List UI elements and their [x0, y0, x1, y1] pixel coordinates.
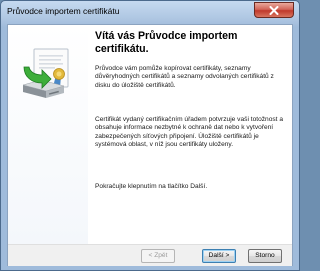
next-button[interactable]: Další >	[202, 249, 236, 263]
window-title: Průvodce importem certifikátu	[7, 6, 120, 16]
close-icon	[269, 5, 279, 15]
close-button[interactable]	[254, 2, 294, 18]
wizard-sidebar	[8, 25, 88, 244]
intro-paragraph: Průvodce vám pomůže kopírovat certifikát…	[95, 65, 274, 89]
title-bar[interactable]: Průvodce importem certifikátu	[1, 1, 299, 23]
continue-instruction: Pokračujte klepnutím na tlačítko Další.	[95, 183, 208, 190]
wizard-content: Vítá vás Průvodce importem certifikátu. …	[95, 25, 290, 244]
wizard-body: Vítá vás Průvodce importem certifikátu. …	[7, 24, 293, 266]
back-button[interactable]: < Zpět	[141, 249, 175, 263]
wizard-heading: Vítá vás Průvodce importem certifikátu.	[95, 30, 238, 55]
cancel-button[interactable]: Storno	[248, 249, 282, 263]
certificate-info-paragraph: Certifikát vydaný certifikačním úřadem p…	[95, 116, 283, 149]
import-wizard-window: Průvodce importem certifikátu Vítá vás P…	[0, 0, 300, 271]
wizard-button-bar: < Zpět Další > Storno	[8, 244, 292, 266]
certificate-import-icon	[22, 48, 69, 98]
